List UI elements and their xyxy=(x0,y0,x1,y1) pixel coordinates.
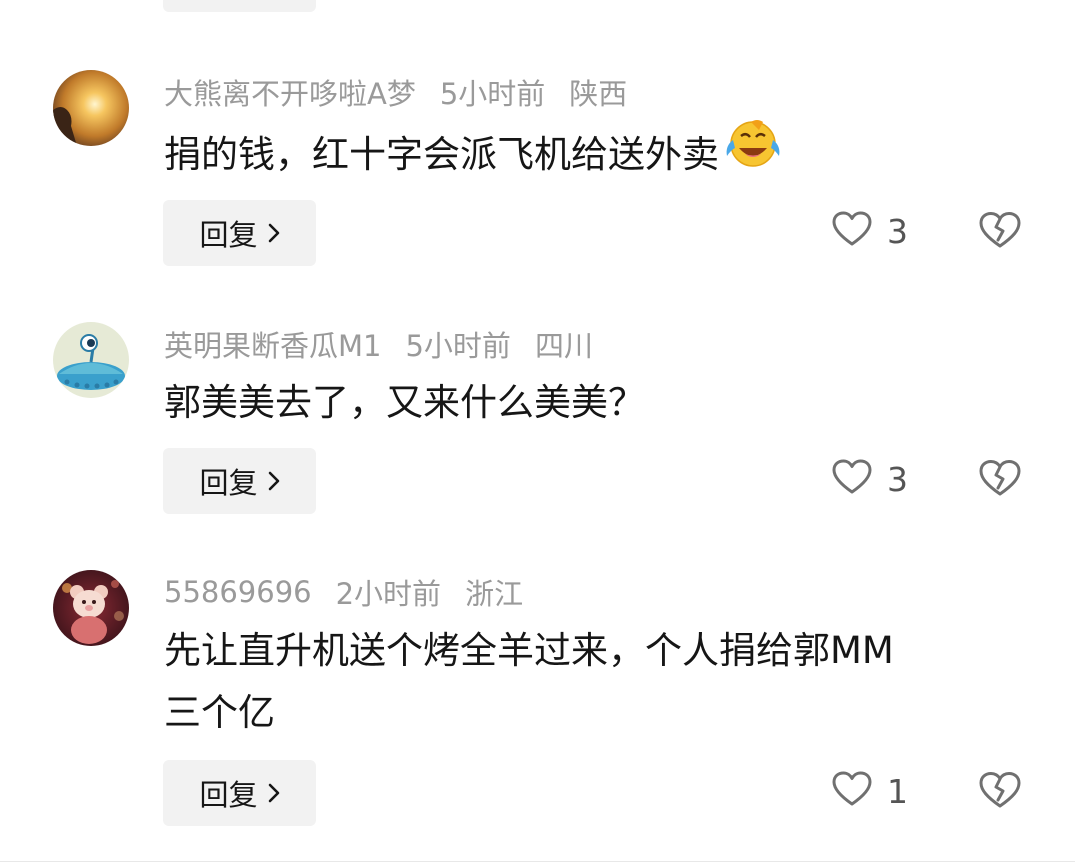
comment-text: 捐的钱，红十字会派飞机给送外卖 xyxy=(164,120,1044,191)
comment-text-content: 捐的钱，红十字会派飞机给送外卖 xyxy=(164,133,719,176)
comment-text-line: 三个亿 xyxy=(164,691,275,734)
like-count: 3 xyxy=(887,459,908,499)
laughing-emoji-icon xyxy=(721,118,781,187)
comment-meta: 英明果断香瓜M1 5小时前 四川 xyxy=(164,322,617,366)
comment-location: 四川 xyxy=(534,329,593,363)
reply-button[interactable]: 回复 xyxy=(163,448,316,514)
reply-button[interactable]: 回复 xyxy=(163,760,316,826)
like-count: 1 xyxy=(887,771,908,811)
comment-location: 浙江 xyxy=(465,577,524,611)
reply-button-label: 回复 xyxy=(199,218,258,252)
comment-location: 陕西 xyxy=(569,77,628,111)
username[interactable]: 55869696 xyxy=(164,575,312,609)
like-button[interactable]: 3 xyxy=(831,210,908,252)
like-button[interactable]: 3 xyxy=(831,458,908,500)
like-count: 3 xyxy=(887,211,908,251)
dislike-button[interactable] xyxy=(978,770,1022,814)
comment-text: 郭美美去了，又来什么美美？ xyxy=(164,372,1044,434)
username[interactable]: 大熊离不开哆啦A梦 xyxy=(164,71,416,113)
reply-button-label: 回复 xyxy=(199,466,258,500)
avatar[interactable] xyxy=(53,70,129,146)
heart-outline-icon xyxy=(831,770,873,812)
reply-button-label: 回复 xyxy=(199,778,258,812)
comment-meta: 55869696 2小时前 浙江 xyxy=(164,570,547,614)
comment-text-line: 先让直升机送个烤全羊过来，个人捐给郭MM xyxy=(164,629,894,672)
comment-meta: 大熊离不开哆啦A梦 5小时前 陕西 xyxy=(164,70,651,114)
broken-heart-icon xyxy=(978,212,1022,254)
heart-outline-icon xyxy=(831,210,873,252)
broken-heart-icon xyxy=(978,460,1022,502)
previous-reply-button[interactable] xyxy=(163,0,316,12)
comment-time: 5小时前 xyxy=(439,77,546,111)
username[interactable]: 英明果断香瓜M1 xyxy=(164,323,381,365)
avatar[interactable] xyxy=(53,570,129,646)
comment-time: 5小时前 xyxy=(405,329,511,363)
dislike-button[interactable] xyxy=(978,458,1022,502)
reply-button[interactable]: 回复 xyxy=(163,200,316,266)
dislike-button[interactable] xyxy=(978,210,1022,254)
comment-text: 先让直升机送个烤全羊过来，个人捐给郭MM 三个亿 xyxy=(164,620,1044,744)
heart-outline-icon xyxy=(831,458,873,500)
like-button[interactable]: 1 xyxy=(831,770,908,812)
chevron-right-icon xyxy=(268,783,280,803)
avatar[interactable] xyxy=(53,322,129,398)
divider xyxy=(0,861,1075,862)
comment-text-content: 郭美美去了，又来什么美美？ xyxy=(164,381,645,424)
chevron-right-icon xyxy=(268,471,280,491)
chevron-right-icon xyxy=(268,223,280,243)
broken-heart-icon xyxy=(978,772,1022,814)
comment-time: 2小时前 xyxy=(335,577,442,611)
